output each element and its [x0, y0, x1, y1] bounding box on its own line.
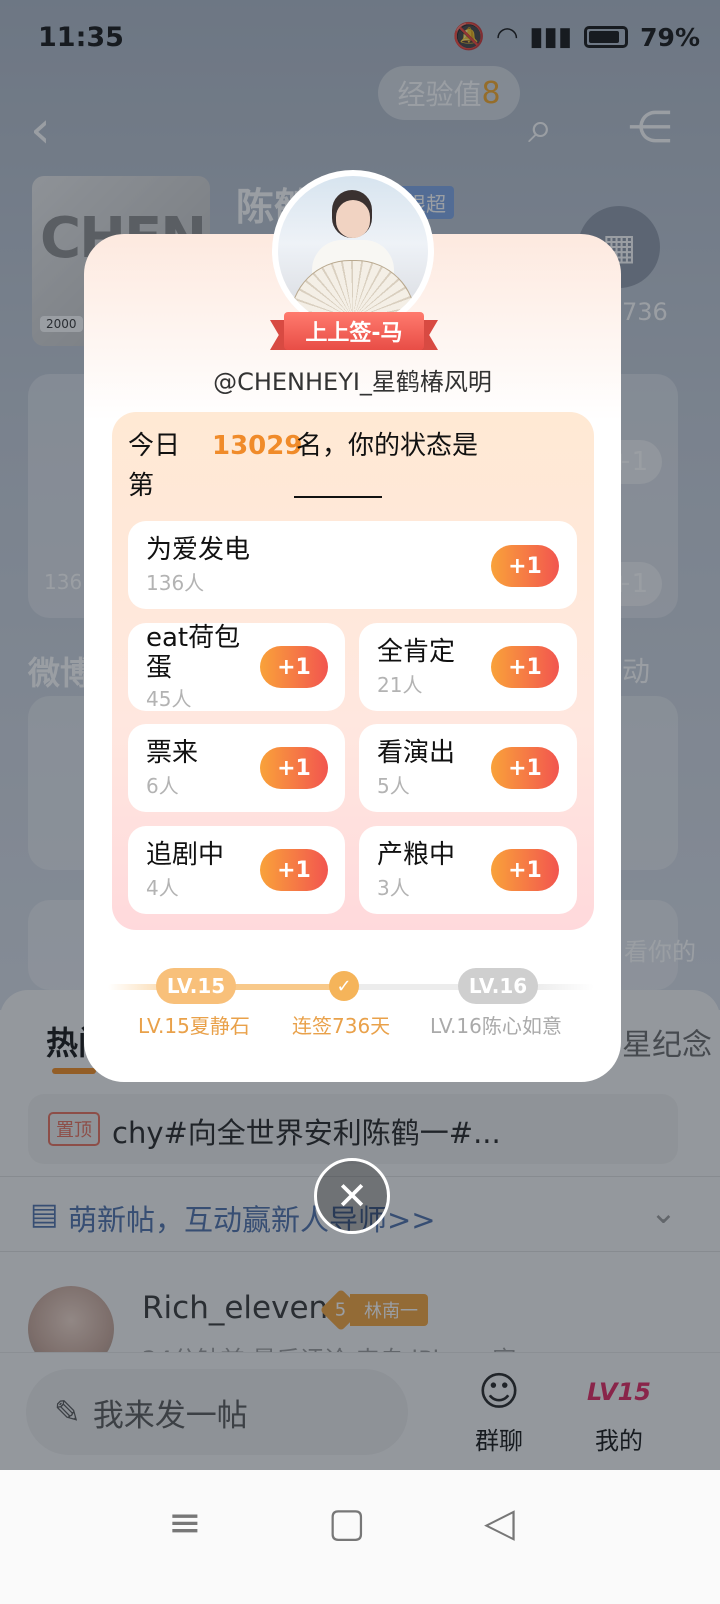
- back-triangle-icon[interactable]: ◁: [484, 1500, 515, 1546]
- fortune-text: 上上签-马: [284, 312, 424, 350]
- option-count: 4人: [146, 876, 179, 900]
- plus-one-button[interactable]: +1: [491, 646, 559, 688]
- option-count: 136人: [146, 571, 205, 595]
- status-option-power[interactable]: 为爱发电 136人 +1: [128, 521, 577, 609]
- status-option-fanart[interactable]: 产粮中 3人 +1: [359, 826, 577, 914]
- system-nav-bar: ≡ ▢ ◁: [0, 1470, 720, 1604]
- current-level-pill: LV.15: [156, 968, 236, 1004]
- option-count: 21人: [377, 673, 423, 697]
- status-option-tickets[interactable]: 票来 6人 +1: [128, 724, 345, 812]
- plus-one-button[interactable]: +1: [491, 747, 559, 789]
- rank-prefix: 今日第: [128, 431, 181, 501]
- plus-one-button[interactable]: +1: [260, 747, 328, 789]
- next-level-name: LV.16陈心如意: [430, 1014, 562, 1038]
- check-icon: ✓: [329, 971, 359, 1001]
- status-option-show[interactable]: 看演出 5人 +1: [359, 724, 577, 812]
- option-label: 追剧中: [146, 840, 225, 870]
- plus-one-button[interactable]: +1: [491, 545, 559, 587]
- menu-icon[interactable]: ≡: [168, 1500, 202, 1546]
- option-count: 3人: [377, 876, 410, 900]
- status-option-drama[interactable]: 追剧中 4人 +1: [128, 826, 345, 914]
- streak-label: 连签736天: [292, 1014, 391, 1038]
- option-count: 5人: [377, 774, 410, 798]
- rank-suffix: 名，你的状态是: [296, 431, 479, 461]
- plus-one-button[interactable]: +1: [260, 646, 328, 688]
- home-square-icon[interactable]: ▢: [328, 1500, 366, 1546]
- rank-number: 13029: [212, 431, 303, 461]
- current-level-name: LV.15夏静石: [138, 1014, 250, 1038]
- option-label: 票来: [146, 738, 199, 768]
- option-count: 45人: [146, 687, 192, 711]
- option-label: 产粮中: [377, 840, 456, 870]
- option-label: 全肯定: [377, 637, 456, 667]
- option-label: eat荷包蛋: [146, 623, 241, 683]
- next-level-pill: LV.16: [458, 968, 538, 1004]
- option-label: 为爱发电: [146, 535, 251, 565]
- option-label: 看演出: [377, 738, 456, 768]
- option-count: 6人: [146, 774, 179, 798]
- status-option-egg[interactable]: eat荷包蛋 45人 +1: [128, 623, 345, 711]
- idol-handle: @CHENHEYI_星鹤椿风明: [213, 368, 492, 396]
- status-option-affirm[interactable]: 全肯定 21人 +1: [359, 623, 577, 711]
- status-blank-line: [294, 496, 382, 498]
- close-icon[interactable]: ✕: [314, 1158, 390, 1234]
- plus-one-button[interactable]: +1: [260, 849, 328, 891]
- plus-one-button[interactable]: +1: [491, 849, 559, 891]
- fortune-ribbon: 上上签-马: [270, 308, 438, 354]
